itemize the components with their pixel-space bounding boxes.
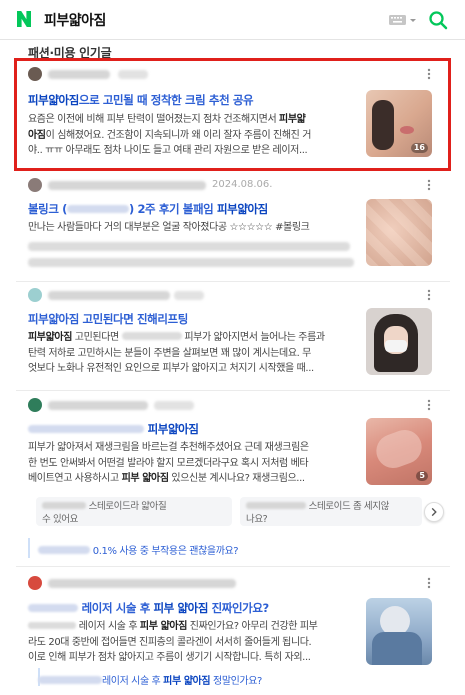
post-meta: 2024.08.06. bbox=[28, 178, 431, 194]
post-title[interactable]: 볼링크 () 2주 후기 볼패임 피부얇아짐 bbox=[28, 201, 268, 217]
naver-logo-icon[interactable] bbox=[15, 10, 33, 28]
more-options-icon[interactable] bbox=[426, 288, 432, 302]
divider bbox=[16, 566, 450, 567]
post-snippet: 피부가 얇아져서 재생크림을 바르는걸 추천해주셨어요 근데 재생크림은 한 번… bbox=[28, 442, 309, 484]
post-meta bbox=[28, 398, 431, 414]
post-thumbnail[interactable] bbox=[366, 598, 432, 665]
top-bar: 피부얇아짐 bbox=[0, 0, 465, 40]
chevron-right-icon bbox=[431, 507, 437, 517]
more-options-icon[interactable] bbox=[426, 576, 432, 590]
more-options-icon[interactable] bbox=[426, 398, 432, 412]
blurred-snippet bbox=[28, 258, 354, 267]
keyboard-dropdown-icon[interactable] bbox=[389, 14, 417, 26]
related-link[interactable]: 0.1% 사용 중 부작용은 괜찮을까요? bbox=[38, 542, 239, 557]
blurred-author[interactable] bbox=[48, 291, 170, 300]
chips-next-button[interactable] bbox=[424, 502, 444, 522]
post-snippet: 레이저 시술 후 피부 얇아짐 진짜인가요? 아무리 건강한 피부 라도 20대… bbox=[28, 621, 318, 663]
avatar[interactable] bbox=[28, 178, 42, 192]
reply-chip[interactable]: 스테로이드 좀 세지않 나요? bbox=[240, 497, 422, 526]
divider bbox=[16, 281, 450, 282]
post-card[interactable]: 피부얇아짐 피부가 얇아져서 재생크림을 바르는걸 추천해주셨어요 근데 재생크… bbox=[28, 398, 440, 558]
avatar[interactable] bbox=[28, 288, 42, 302]
post-date: 2024.08.06. bbox=[212, 179, 273, 190]
post-thumbnail[interactable] bbox=[366, 199, 432, 266]
post-card[interactable]: 2024.08.06. 볼링크 () 2주 후기 볼패임 피부얇아짐 만나는 사… bbox=[28, 178, 440, 273]
post-thumbnail[interactable]: 5 bbox=[366, 418, 432, 485]
post-title[interactable]: 레이저 시술 후 피부 얇아짐 진짜인가요? bbox=[28, 600, 269, 616]
post-title[interactable]: 피부얇아짐 bbox=[28, 421, 199, 437]
blurred-date bbox=[154, 401, 194, 410]
post-card[interactable]: 피부얇아짐 고민된다면 진해리프팅 피부얇아짐 고민된다면 피부가 얇아지면서 … bbox=[28, 288, 440, 383]
post-title[interactable]: 피부얇아짐 고민된다면 진해리프팅 bbox=[28, 311, 188, 327]
blurred-author[interactable] bbox=[48, 181, 206, 190]
image-count-badge: 5 bbox=[416, 471, 428, 481]
related-link[interactable]: 레이저 시술 후 피부 얇아짐 정말인가요? bbox=[38, 672, 262, 687]
post-meta bbox=[28, 288, 431, 304]
post-meta bbox=[28, 576, 431, 592]
highlight-box bbox=[14, 58, 451, 171]
blurred-date bbox=[174, 291, 204, 300]
more-options-icon[interactable] bbox=[426, 178, 432, 192]
related-indicator bbox=[28, 538, 30, 558]
reply-chip[interactable]: 스테로이드라 얇아질 수 있어요 bbox=[36, 497, 232, 526]
search-query[interactable]: 피부얇아짐 bbox=[44, 10, 106, 30]
post-snippet: 만나는 사람들마다 거의 대부분은 얼굴 작아졌다공 ☆☆☆☆☆ #볼링크 bbox=[28, 222, 310, 233]
post-thumbnail[interactable] bbox=[366, 308, 432, 375]
post-card[interactable]: 레이저 시술 후 피부 얇아짐 진짜인가요? 레이저 시술 후 피부 얇아짐 진… bbox=[28, 576, 440, 691]
avatar[interactable] bbox=[28, 398, 42, 412]
blurred-author[interactable] bbox=[48, 579, 236, 588]
divider bbox=[16, 390, 450, 391]
blurred-author[interactable] bbox=[48, 401, 148, 410]
post-snippet: 피부얇아짐 고민된다면 피부가 얇아지면서 늘어나는 주름과 탄력 저하로 고민… bbox=[28, 332, 325, 374]
search-icon[interactable] bbox=[428, 10, 448, 30]
avatar[interactable] bbox=[28, 576, 42, 590]
blurred-snippet bbox=[28, 242, 350, 251]
